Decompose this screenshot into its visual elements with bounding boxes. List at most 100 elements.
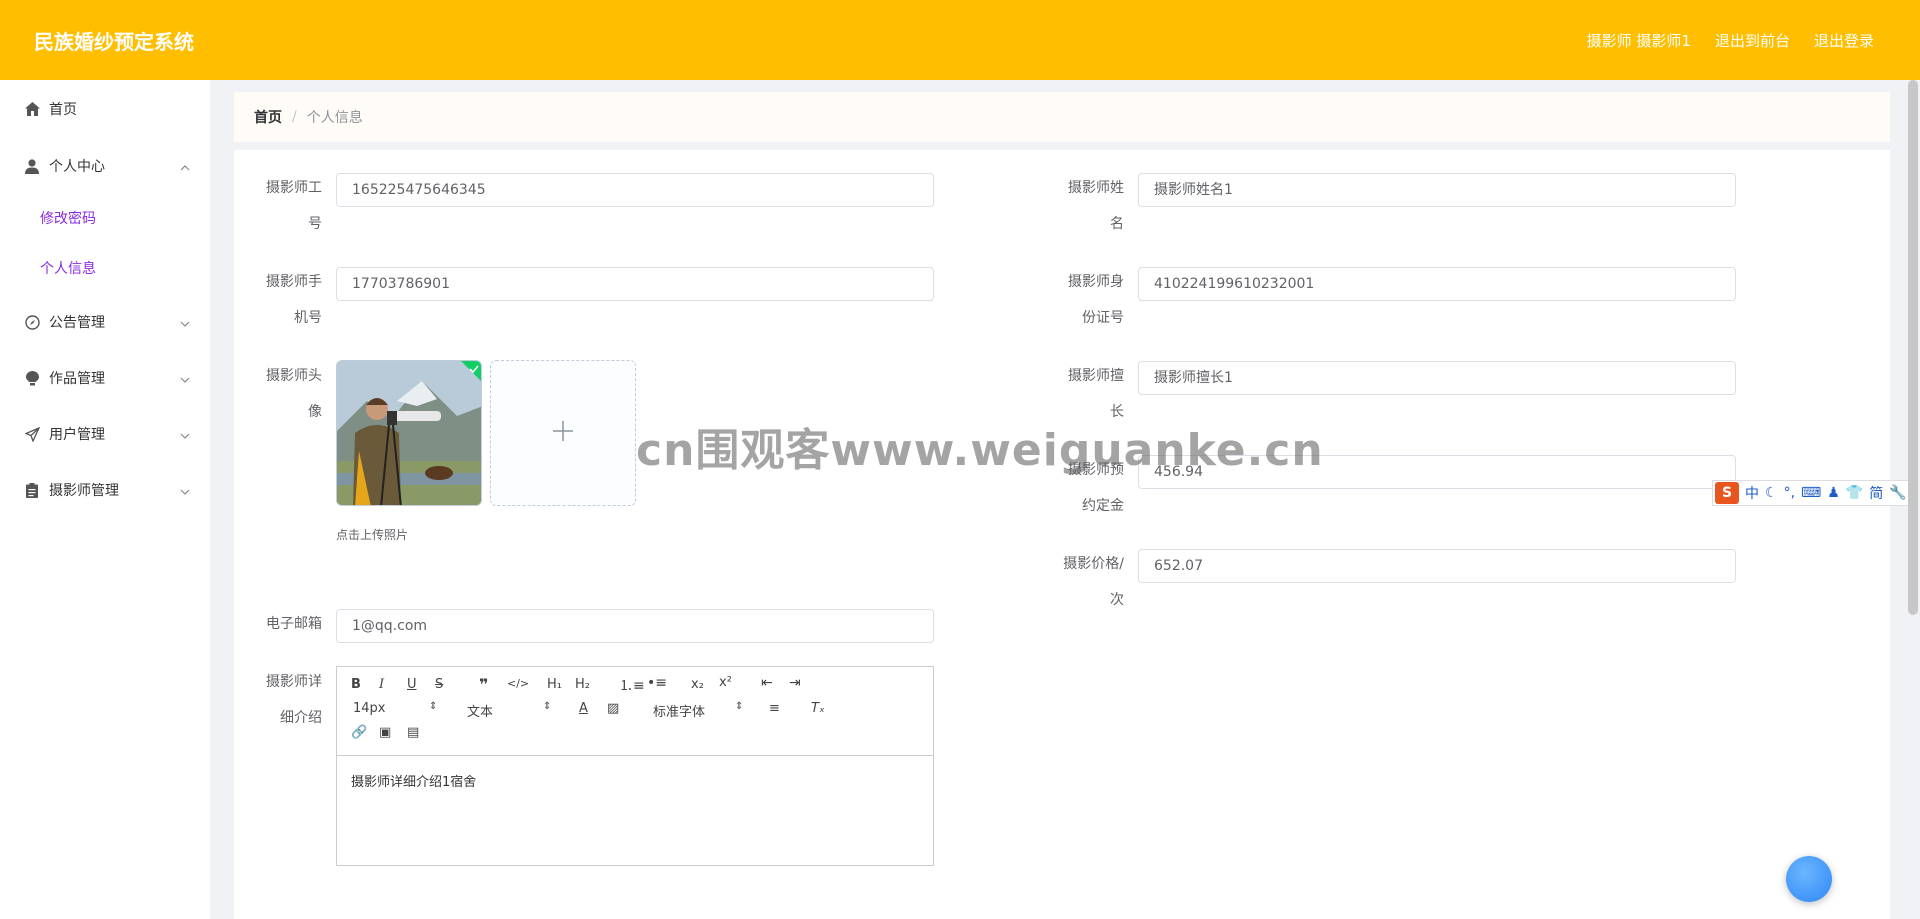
heading2-icon[interactable]: H₂ bbox=[575, 677, 590, 692]
profile-form: 摄影师工号 165225475646345 摄影师手机号 17703786901… bbox=[234, 150, 1890, 919]
id-card-input[interactable]: 410224199610232001 bbox=[1138, 267, 1736, 301]
avatar-upload-button[interactable] bbox=[490, 360, 636, 506]
upload-tip: 点击上传照片 bbox=[336, 528, 409, 542]
breadcrumb: 首页 / 个人信息 bbox=[234, 92, 1890, 142]
rich-text-editor[interactable]: B I U S ❞ </> H₁ H₂ ⒈≡ •≡ x₂ x² ⇤ ⇥ 14px… bbox=[336, 666, 934, 866]
ime-toolbar[interactable]: S 中 ☾ °, ⌨ ♟ 👕 简 🔧 bbox=[1712, 480, 1918, 506]
video-icon[interactable]: ▤ bbox=[407, 725, 419, 740]
link-icon[interactable]: 🔗 bbox=[351, 725, 367, 740]
outdent-icon[interactable]: ⇤ bbox=[761, 675, 773, 691]
exit-to-front-link[interactable]: 退出到前台 bbox=[1715, 30, 1790, 51]
breadcrumb-current: 个人信息 bbox=[306, 110, 363, 126]
avatar-label: 摄影师头像 bbox=[266, 368, 322, 420]
blockquote-icon[interactable]: ❞ bbox=[479, 675, 488, 694]
price-label: 摄影价格/次 bbox=[1063, 556, 1124, 608]
sidebar-item-label: 公告管理 bbox=[49, 315, 105, 331]
align-icon[interactable]: ≡ bbox=[769, 701, 780, 716]
sidebar-item-label: 个人中心 bbox=[49, 159, 105, 175]
sogou-logo-icon: S bbox=[1715, 482, 1739, 504]
ordered-list-icon[interactable]: ⒈≡ bbox=[619, 675, 645, 695]
sidebar-item-label: 用户管理 bbox=[49, 427, 105, 443]
phone-input[interactable]: 17703786901 bbox=[336, 267, 934, 301]
italic-icon[interactable]: I bbox=[379, 677, 384, 692]
wrench-icon[interactable]: 🔧 bbox=[1889, 485, 1906, 501]
user-name-label[interactable]: 摄影师 摄影师1 bbox=[1587, 30, 1691, 51]
sidebar-item-label: 作品管理 bbox=[49, 371, 105, 387]
sidebar-subitem-change-password[interactable]: 修改密码 bbox=[40, 208, 96, 228]
moon-icon[interactable]: ☾ bbox=[1765, 485, 1778, 501]
chevron-down-icon bbox=[180, 429, 190, 439]
subscript-icon[interactable]: x₂ bbox=[691, 677, 704, 692]
image-icon[interactable]: ▣ bbox=[379, 725, 391, 740]
worker-id-label: 摄影师工号 bbox=[266, 180, 322, 232]
photographer-photo-icon bbox=[337, 361, 481, 505]
intro-label: 摄影师详细介绍 bbox=[266, 674, 322, 726]
sidebar-item-works[interactable]: 作品管理 bbox=[0, 358, 210, 398]
phone-label: 摄影师手机号 bbox=[266, 274, 322, 326]
font-family-select[interactable]: 标准字体 bbox=[653, 701, 705, 720]
breadcrumb-home[interactable]: 首页 bbox=[254, 107, 282, 127]
avatar-image[interactable] bbox=[336, 360, 482, 506]
sidebar-item-photographers[interactable]: 摄影师管理 bbox=[0, 470, 210, 510]
editor-toolbar: B I U S ❞ </> H₁ H₂ ⒈≡ •≡ x₂ x² ⇤ ⇥ 14px… bbox=[337, 667, 933, 756]
font-color-icon[interactable]: A bbox=[579, 701, 588, 716]
strikethrough-icon[interactable]: S bbox=[435, 677, 443, 692]
scrollbar[interactable] bbox=[1908, 80, 1918, 615]
chevron-updown-icon: ⇕ bbox=[735, 701, 744, 712]
sidebar: 首页 个人中心 修改密码 个人信息 公告管理 作品管理 用户管理 摄影师管理 bbox=[0, 80, 210, 919]
bold-icon[interactable]: B bbox=[351, 677, 361, 692]
bullet-list-icon[interactable]: •≡ bbox=[647, 675, 667, 691]
editor-content[interactable]: 摄影师详细介绍1宿舍 bbox=[351, 771, 476, 790]
id-card-label: 摄影师身份证号 bbox=[1068, 274, 1124, 326]
user-icon bbox=[24, 158, 40, 174]
worker-id-input[interactable]: 165225475646345 bbox=[336, 173, 934, 207]
block-type-select[interactable]: 文本 bbox=[467, 701, 493, 720]
chevron-down-icon bbox=[180, 317, 190, 327]
code-block-icon[interactable]: </> bbox=[507, 677, 529, 690]
heading1-icon[interactable]: H₁ bbox=[547, 677, 562, 692]
indent-icon[interactable]: ⇥ bbox=[789, 675, 801, 691]
chevron-down-icon bbox=[180, 373, 190, 383]
chevron-updown-icon: ⇕ bbox=[429, 701, 438, 712]
skin-icon[interactable]: 👕 bbox=[1846, 485, 1863, 501]
sidebar-item-label: 摄影师管理 bbox=[49, 483, 119, 499]
lightbulb-icon bbox=[24, 370, 40, 386]
ime-simplified[interactable]: 简 bbox=[1869, 483, 1883, 503]
sidebar-item-home[interactable]: 首页 bbox=[0, 89, 210, 129]
plus-icon bbox=[551, 419, 575, 447]
background-color-icon[interactable]: ▨ bbox=[607, 701, 619, 716]
top-header: 民族婚纱预定系统 摄影师 摄影师1 退出到前台 退出登录 bbox=[0, 0, 1920, 80]
superscript-icon[interactable]: x² bbox=[719, 675, 732, 690]
clipboard-icon bbox=[24, 482, 40, 498]
font-size-select[interactable]: 14px bbox=[353, 701, 386, 716]
sidebar-item-label: 首页 bbox=[49, 102, 77, 118]
logout-link[interactable]: 退出登录 bbox=[1814, 30, 1874, 51]
clear-format-icon[interactable]: Tₓ bbox=[811, 701, 825, 716]
name-label: 摄影师姓名 bbox=[1068, 180, 1124, 232]
watermark: cn围观客www.weiguanke.cn bbox=[636, 425, 1324, 476]
breadcrumb-separator: / bbox=[292, 109, 297, 125]
send-icon bbox=[24, 426, 40, 442]
app-title: 民族婚纱预定系统 bbox=[34, 30, 194, 54]
underline-icon[interactable]: U bbox=[407, 677, 417, 692]
keyboard-icon[interactable]: ⌨ bbox=[1801, 485, 1821, 501]
sidebar-subitem-personal-info[interactable]: 个人信息 bbox=[40, 258, 96, 278]
home-icon bbox=[24, 101, 40, 117]
user-icon[interactable]: ♟ bbox=[1827, 485, 1840, 501]
ime-mode-chinese[interactable]: 中 bbox=[1745, 483, 1759, 503]
name-input[interactable]: 摄影师姓名1 bbox=[1138, 173, 1736, 207]
specialty-input[interactable]: 摄影师擅长1 bbox=[1138, 361, 1736, 395]
email-label: 电子邮箱 bbox=[266, 616, 322, 632]
chevron-down-icon bbox=[180, 485, 190, 495]
floating-action-button[interactable] bbox=[1786, 856, 1832, 902]
compass-icon bbox=[24, 314, 40, 330]
punctuation-icon[interactable]: °, bbox=[1784, 485, 1795, 501]
header-links: 摄影师 摄影师1 退出到前台 退出登录 bbox=[1587, 30, 1874, 51]
chevron-up-icon bbox=[180, 161, 190, 171]
sidebar-item-personal-center[interactable]: 个人中心 bbox=[0, 146, 210, 186]
email-input[interactable]: 1@qq.com bbox=[336, 609, 934, 643]
main-content: 首页 / 个人信息 摄影师工号 165225475646345 摄影师手机号 1… bbox=[210, 80, 1920, 919]
price-input[interactable]: 652.07 bbox=[1138, 549, 1736, 583]
sidebar-item-notice[interactable]: 公告管理 bbox=[0, 302, 210, 342]
sidebar-item-users[interactable]: 用户管理 bbox=[0, 414, 210, 454]
